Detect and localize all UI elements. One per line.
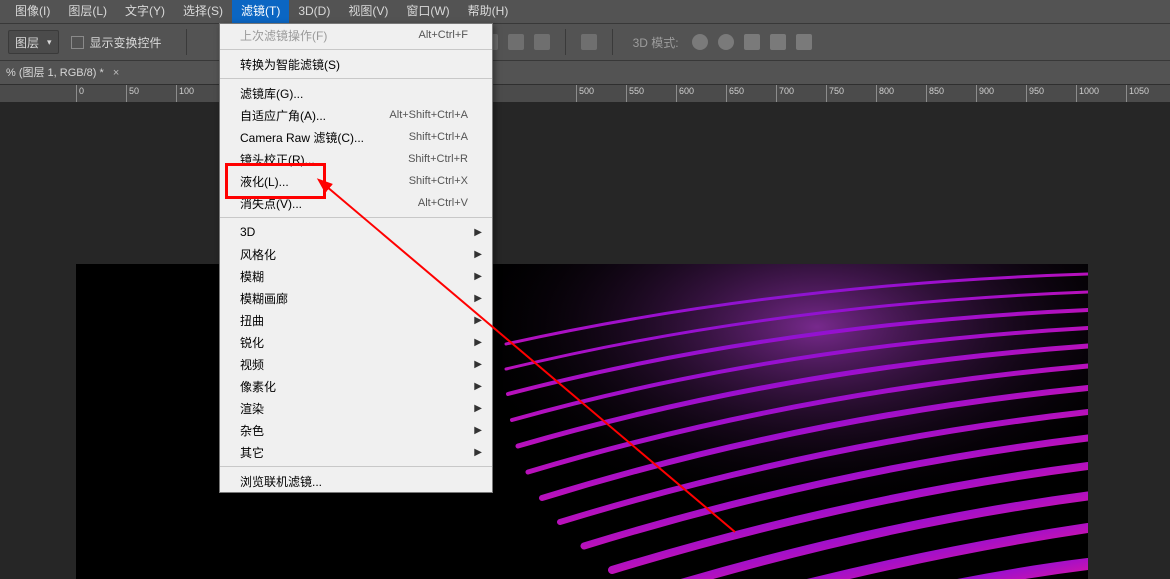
separator — [186, 29, 187, 55]
3d-orbit-icon[interactable] — [692, 34, 708, 50]
menu-last-filter[interactable]: 上次滤镜操作(F) Alt+Ctrl+F — [220, 24, 492, 46]
menu-vanishing-point[interactable]: 消失点(V)... Alt+Ctrl+V — [220, 192, 492, 214]
submenu-render[interactable]: 渲染▶ — [220, 397, 492, 419]
submenu-arrow-icon: ▶ — [474, 381, 482, 392]
submenu-arrow-icon: ▶ — [474, 403, 482, 414]
separator — [565, 29, 566, 55]
submenu-arrow-icon: ▶ — [474, 249, 482, 260]
menu-select[interactable]: 选择(S) — [174, 0, 232, 23]
submenu-arrow-icon: ▶ — [474, 271, 482, 282]
menu-image[interactable]: 图像(I) — [6, 0, 59, 23]
document-tab-bar: % (图层 1, RGB/8) * × — [0, 62, 129, 84]
menu-browse-online-filters[interactable]: 浏览联机滤镜... — [220, 470, 492, 492]
submenu-other[interactable]: 其它▶ — [220, 441, 492, 463]
horizontal-ruler: 0501001502005005506006507007508008509009… — [0, 84, 1170, 104]
3d-pan-icon[interactable] — [744, 34, 760, 50]
menu-help[interactable]: 帮助(H) — [459, 0, 518, 23]
show-transform-checkbox[interactable]: 显示变换控件 — [71, 34, 162, 51]
menu-convert-smart-filter[interactable]: 转换为智能滤镜(S) — [220, 53, 492, 75]
align-icon[interactable] — [534, 34, 550, 50]
submenu-arrow-icon: ▶ — [474, 425, 482, 436]
menubar: 图像(I) 图层(L) 文字(Y) 选择(S) 滤镜(T) 3D(D) 视图(V… — [0, 0, 1170, 23]
document-tab[interactable]: % (图层 1, RGB/8) * × — [0, 62, 129, 84]
show-transform-label: 显示变换控件 — [90, 34, 162, 51]
distribute-icon[interactable] — [581, 34, 597, 50]
menu-filter[interactable]: 滤镜(T) — [232, 0, 289, 23]
3d-mode-label: 3D 模式: — [633, 34, 679, 51]
menu-layer[interactable]: 图层(L) — [59, 0, 116, 23]
menu-text[interactable]: 文字(Y) — [116, 0, 174, 23]
submenu-arrow-icon: ▶ — [474, 227, 482, 238]
document-tab-title: % (图层 1, RGB/8) * — [6, 67, 104, 79]
options-bar: 图层 ▾ 显示变换控件 3D 模式: — [0, 23, 1170, 61]
submenu-sharpen[interactable]: 锐化▶ — [220, 331, 492, 353]
align-icon[interactable] — [508, 34, 524, 50]
submenu-arrow-icon: ▶ — [474, 337, 482, 348]
submenu-arrow-icon: ▶ — [474, 315, 482, 326]
menu-view[interactable]: 视图(V) — [339, 0, 397, 23]
close-icon[interactable]: × — [113, 67, 119, 79]
checkbox-icon — [71, 36, 84, 49]
chevron-down-icon: ▾ — [47, 37, 52, 48]
submenu-arrow-icon: ▶ — [474, 359, 482, 370]
menu-filter-gallery[interactable]: 滤镜库(G)... — [220, 82, 492, 104]
filter-dropdown-menu: 上次滤镜操作(F) Alt+Ctrl+F 转换为智能滤镜(S) 滤镜库(G)..… — [219, 23, 493, 493]
submenu-stylize[interactable]: 风格化▶ — [220, 243, 492, 265]
submenu-blur[interactable]: 模糊▶ — [220, 265, 492, 287]
submenu-3d[interactable]: 3D▶ — [220, 221, 492, 243]
3d-roll-icon[interactable] — [718, 34, 734, 50]
3d-camera-icon[interactable] — [796, 34, 812, 50]
menu-lens-correction[interactable]: 镜头校正(R)... Shift+Ctrl+R — [220, 148, 492, 170]
submenu-arrow-icon: ▶ — [474, 447, 482, 458]
menu-window[interactable]: 窗口(W) — [397, 0, 458, 23]
submenu-distort[interactable]: 扭曲▶ — [220, 309, 492, 331]
submenu-arrow-icon: ▶ — [474, 293, 482, 304]
submenu-noise[interactable]: 杂色▶ — [220, 419, 492, 441]
layer-select-label: 图层 — [15, 34, 39, 51]
submenu-blur-gallery[interactable]: 模糊画廊▶ — [220, 287, 492, 309]
separator — [612, 29, 613, 55]
submenu-video[interactable]: 视频▶ — [220, 353, 492, 375]
layer-select-dropdown[interactable]: 图层 ▾ — [8, 30, 59, 54]
submenu-pixelate[interactable]: 像素化▶ — [220, 375, 492, 397]
menu-adaptive-wide-angle[interactable]: 自适应广角(A)... Alt+Shift+Ctrl+A — [220, 104, 492, 126]
menu-3d[interactable]: 3D(D) — [289, 0, 339, 23]
menu-camera-raw-filter[interactable]: Camera Raw 滤镜(C)... Shift+Ctrl+A — [220, 126, 492, 148]
3d-slide-icon[interactable] — [770, 34, 786, 50]
menu-liquify[interactable]: 液化(L)... Shift+Ctrl+X — [220, 170, 492, 192]
